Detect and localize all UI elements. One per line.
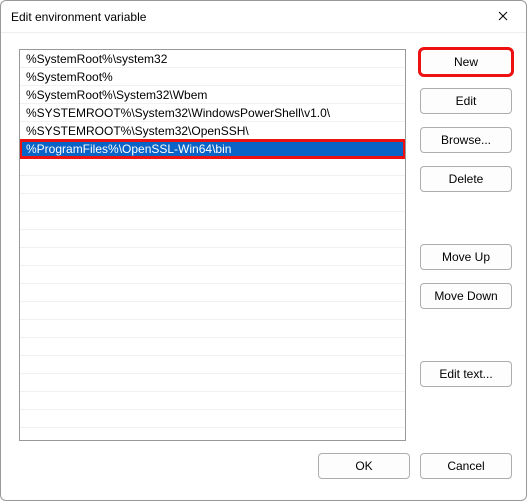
ok-button[interactable]: OK bbox=[318, 453, 410, 479]
edit-text-button[interactable]: Edit text... bbox=[420, 361, 512, 387]
cancel-button[interactable]: Cancel bbox=[420, 453, 512, 479]
list-item-empty[interactable] bbox=[20, 392, 405, 410]
move-up-button[interactable]: Move Up bbox=[420, 244, 512, 270]
list-item-empty[interactable] bbox=[20, 338, 405, 356]
list-item[interactable]: %ProgramFiles%\OpenSSL-Win64\bin bbox=[20, 140, 405, 158]
list-item-empty[interactable] bbox=[20, 176, 405, 194]
move-down-button[interactable]: Move Down bbox=[420, 283, 512, 309]
list-item-empty[interactable] bbox=[20, 356, 405, 374]
path-listbox[interactable]: %SystemRoot%\system32%SystemRoot%%System… bbox=[19, 49, 406, 441]
list-item-empty[interactable] bbox=[20, 248, 405, 266]
list-item-empty[interactable] bbox=[20, 194, 405, 212]
list-item-empty[interactable] bbox=[20, 428, 405, 441]
list-item-empty[interactable] bbox=[20, 230, 405, 248]
list-item-empty[interactable] bbox=[20, 158, 405, 176]
list-item[interactable]: %SYSTEMROOT%\System32\OpenSSH\ bbox=[20, 122, 405, 140]
list-item-empty[interactable] bbox=[20, 374, 405, 392]
browse-button[interactable]: Browse... bbox=[420, 127, 512, 153]
window-close-button[interactable] bbox=[480, 1, 526, 32]
list-item[interactable]: %SystemRoot%\system32 bbox=[20, 50, 405, 68]
list-item[interactable]: %SystemRoot% bbox=[20, 68, 405, 86]
window-titlebar: Edit environment variable bbox=[1, 1, 526, 33]
list-item-empty[interactable] bbox=[20, 284, 405, 302]
list-item-empty[interactable] bbox=[20, 320, 405, 338]
side-button-column: New Edit Browse... Delete Move Up Move D… bbox=[420, 49, 512, 441]
delete-button[interactable]: Delete bbox=[420, 166, 512, 192]
close-icon bbox=[498, 10, 508, 24]
dialog-footer: OK Cancel bbox=[1, 453, 526, 491]
dialog-content: %SystemRoot%\system32%SystemRoot%%System… bbox=[1, 33, 526, 453]
list-item-empty[interactable] bbox=[20, 302, 405, 320]
list-item[interactable]: %SystemRoot%\System32\Wbem bbox=[20, 86, 405, 104]
new-button[interactable]: New bbox=[420, 49, 512, 75]
list-item-empty[interactable] bbox=[20, 266, 405, 284]
list-item-empty[interactable] bbox=[20, 410, 405, 428]
list-item-empty[interactable] bbox=[20, 212, 405, 230]
list-item[interactable]: %SYSTEMROOT%\System32\WindowsPowerShell\… bbox=[20, 104, 405, 122]
window-title: Edit environment variable bbox=[11, 10, 146, 24]
edit-button[interactable]: Edit bbox=[420, 88, 512, 114]
